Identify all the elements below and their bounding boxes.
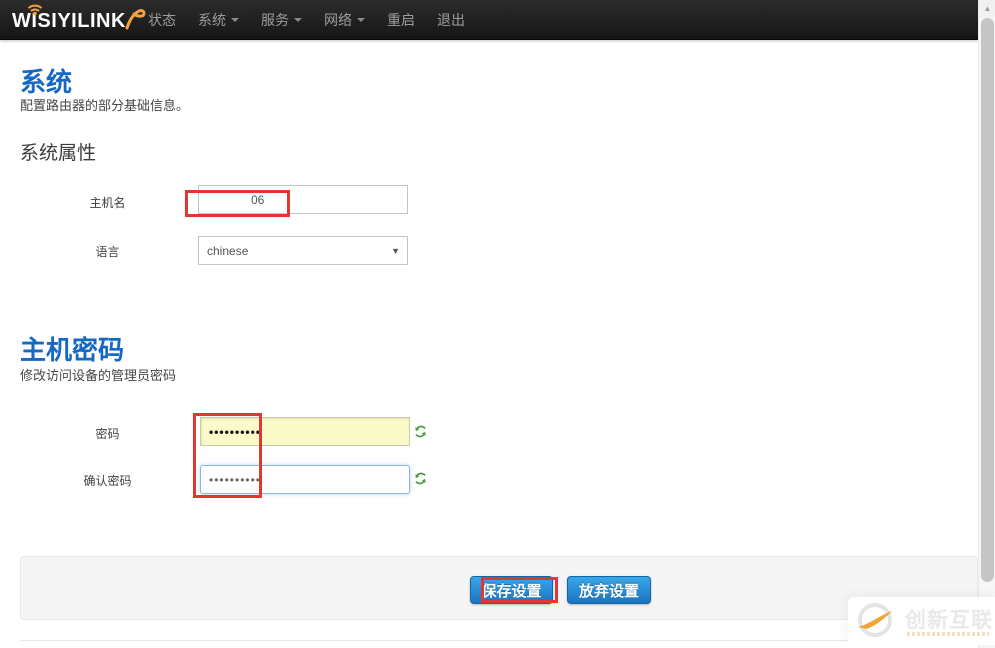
top-navbar: WISIYILINK 状态 系统 服务 网络 重启 退出 (0, 0, 978, 40)
page-subtitle: 配置路由器的部分基础信息。 (20, 95, 189, 114)
language-select[interactable]: chinese ▼ (198, 236, 408, 265)
nav-item-system[interactable]: 系统 (187, 0, 250, 40)
watermark-swoosh-icon (854, 605, 896, 637)
page-title: 系统 (20, 62, 72, 99)
scrollbar-thumb[interactable] (981, 18, 994, 582)
router-admin-screen: WISIYILINK 状态 系统 服务 网络 重启 退出 系统 配置路由器的部分… (0, 0, 995, 648)
refresh-icon[interactable] (413, 424, 428, 439)
nav-label: 网络 (324, 10, 352, 30)
confirm-password-label: 确认密码 (20, 472, 195, 489)
caret-down-icon (294, 18, 302, 22)
watermark-badge: 创新互联 (848, 597, 995, 645)
nav-item-services[interactable]: 服务 (250, 0, 313, 40)
section-heading-host-password: 主机密码 (20, 330, 124, 367)
nav-label: 服务 (261, 10, 289, 30)
language-selected-value: chinese (207, 244, 248, 258)
wifi-icon (24, 2, 46, 16)
caret-down-icon (357, 18, 365, 22)
nav-item-logout[interactable]: 退出 (426, 0, 476, 40)
nav-label: 退出 (437, 10, 465, 30)
save-button[interactable]: 保存设置 (470, 576, 553, 604)
nav-label: 重启 (387, 10, 415, 30)
section-heading-system-properties: 系统属性 (20, 138, 96, 165)
watermark-text: 创新互联 (905, 604, 993, 634)
password-label: 密码 (20, 425, 195, 442)
arrow-up-icon[interactable]: ▲ (979, 0, 995, 17)
password-input[interactable] (200, 417, 410, 446)
language-label: 语言 (20, 243, 195, 260)
nav-item-network[interactable]: 网络 (313, 0, 376, 40)
nav-label: 状态 (148, 10, 176, 30)
nav-menu: 状态 系统 服务 网络 重启 退出 (137, 0, 476, 40)
hostname-input[interactable] (198, 185, 408, 214)
nav-item-reboot[interactable]: 重启 (376, 0, 426, 40)
hostname-label: 主机名 (20, 194, 195, 211)
refresh-icon[interactable] (413, 471, 428, 486)
password-section-subtitle: 修改访问设备的管理员密码 (20, 365, 176, 384)
caret-down-icon (231, 18, 239, 22)
footer-divider (20, 640, 978, 641)
discard-button[interactable]: 放弃设置 (567, 576, 651, 604)
nav-item-status[interactable]: 状态 (137, 0, 187, 40)
confirm-password-input[interactable] (200, 465, 410, 494)
nav-label: 系统 (198, 10, 226, 30)
vertical-scrollbar[interactable]: ▲ (978, 0, 995, 648)
caret-down-icon: ▼ (391, 246, 400, 256)
watermark-tagline (907, 632, 989, 636)
brand-logo[interactable]: WISIYILINK (12, 8, 146, 34)
